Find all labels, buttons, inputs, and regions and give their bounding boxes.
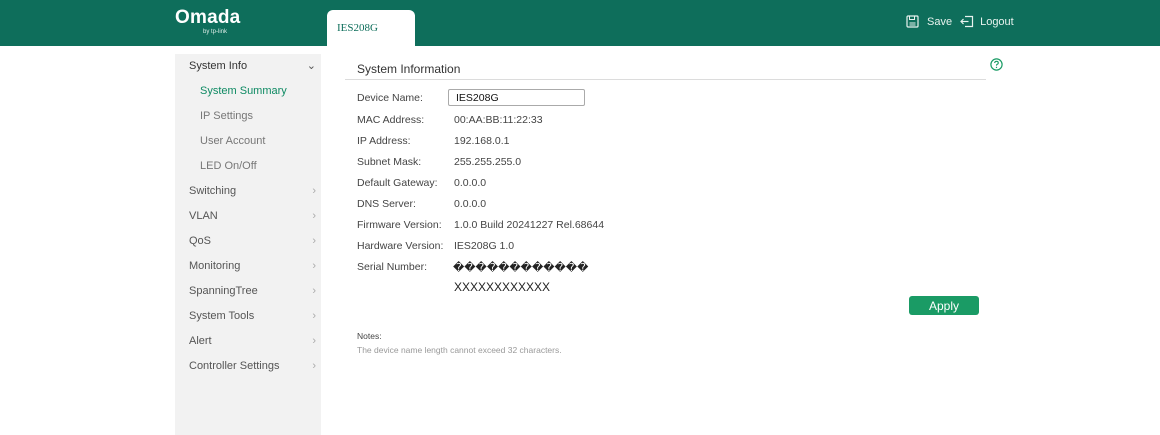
default-gateway-label: Default Gateway: [357, 177, 438, 189]
device-tab[interactable]: IES208G [327, 10, 415, 46]
chevron-right-icon: › [312, 285, 316, 297]
title-divider [345, 79, 986, 80]
dns-server-value: 0.0.0.0 [454, 198, 487, 210]
save-button[interactable]: Save [906, 15, 952, 28]
chevron-right-icon: › [312, 360, 316, 372]
sidebar-item-label: Alert [189, 335, 212, 347]
save-label: Save [927, 15, 953, 28]
sidebar-item-spanningtree[interactable]: SpanningTree › [175, 279, 321, 304]
help-icon[interactable] [990, 58, 1003, 76]
sidebar-item-label: System Tools [189, 310, 255, 322]
subnet-mask-label: Subnet Mask: [357, 156, 422, 168]
sidebar-item-user-account[interactable]: User Account [175, 129, 321, 154]
serial-number-value: ������������ [453, 262, 589, 274]
dns-server-label: DNS Server: [357, 198, 416, 210]
chevron-right-icon: › [312, 210, 316, 222]
save-icon [906, 15, 919, 28]
sidebar-item-qos[interactable]: QoS › [175, 229, 321, 254]
sidebar-item-alert[interactable]: Alert › [175, 329, 321, 354]
header-actions: Save Logout [906, 15, 1014, 28]
device-name-input[interactable] [448, 89, 585, 106]
apply-button[interactable]: Apply [909, 296, 979, 315]
firmware-version-label: Firmware Version: [357, 219, 442, 231]
sidebar-item-controller-settings[interactable]: Controller Settings › [175, 354, 321, 379]
sidebar-item-system-info[interactable]: System Info ⌄ [175, 54, 321, 79]
notes-text: The device name length cannot exceed 32 … [357, 345, 562, 355]
chevron-right-icon: › [312, 235, 316, 247]
omada-logo: Omada by tp-link [175, 7, 241, 36]
sidebar-item-label: Monitoring [189, 260, 241, 272]
page-title: System Information [357, 62, 461, 76]
sidebar-item-led-onoff[interactable]: LED On/Off [175, 154, 321, 179]
chevron-right-icon: › [312, 185, 316, 197]
notes-label: Notes: [357, 331, 382, 341]
sidebar-item-label: Switching [189, 185, 237, 197]
mac-address-value: 00:AA:BB:11:22:33 [454, 114, 543, 126]
top-bar: Omada by tp-link IES208G Save Logout [0, 0, 1160, 46]
mac-address-label: MAC Address: [357, 114, 425, 126]
sidebar-item-label: Controller Settings [189, 360, 280, 372]
sidebar-item-system-tools[interactable]: System Tools › [175, 304, 321, 329]
serial-number-masked: XXXXXXXXXXXX [454, 280, 551, 294]
ip-address-label: IP Address: [357, 135, 411, 147]
sidebar-item-monitoring[interactable]: Monitoring › [175, 254, 321, 279]
chevron-right-icon: › [312, 335, 316, 347]
sidebar-item-switching[interactable]: Switching › [175, 179, 321, 204]
sidebar-item-label: System Info [189, 60, 248, 72]
default-gateway-value: 0.0.0.0 [454, 177, 487, 189]
sidebar-item-system-summary[interactable]: System Summary [175, 79, 321, 104]
logout-label: Logout [980, 15, 1014, 28]
serial-number-label: Serial Number: [357, 261, 428, 273]
sidebar-item-vlan[interactable]: VLAN › [175, 204, 321, 229]
logout-icon [960, 15, 974, 28]
sidebar-item-label: SpanningTree [189, 285, 258, 297]
sidebar-item-label: QoS [189, 235, 212, 247]
logo-brand: Omada [175, 7, 241, 28]
sidebar-item-ip-settings[interactable]: IP Settings [175, 104, 321, 129]
chevron-right-icon: › [312, 260, 316, 272]
firmware-version-value: 1.0.0 Build 20241227 Rel.68644 [454, 219, 605, 231]
chevron-right-icon: › [312, 310, 316, 322]
hardware-version-value: IES208G 1.0 [454, 240, 515, 252]
logout-button[interactable]: Logout [960, 15, 1014, 28]
sidebar: System Info ⌄ System Summary IP Settings… [175, 54, 321, 435]
hardware-version-label: Hardware Version: [357, 240, 444, 252]
chevron-down-icon: ⌄ [306, 60, 316, 72]
sidebar-item-label: VLAN [189, 210, 218, 222]
ip-address-value: 192.168.0.1 [454, 135, 510, 147]
logo-subtitle: by tp-link [203, 29, 228, 35]
device-name-label: Device Name: [357, 92, 423, 104]
subnet-mask-value: 255.255.255.0 [454, 156, 522, 168]
